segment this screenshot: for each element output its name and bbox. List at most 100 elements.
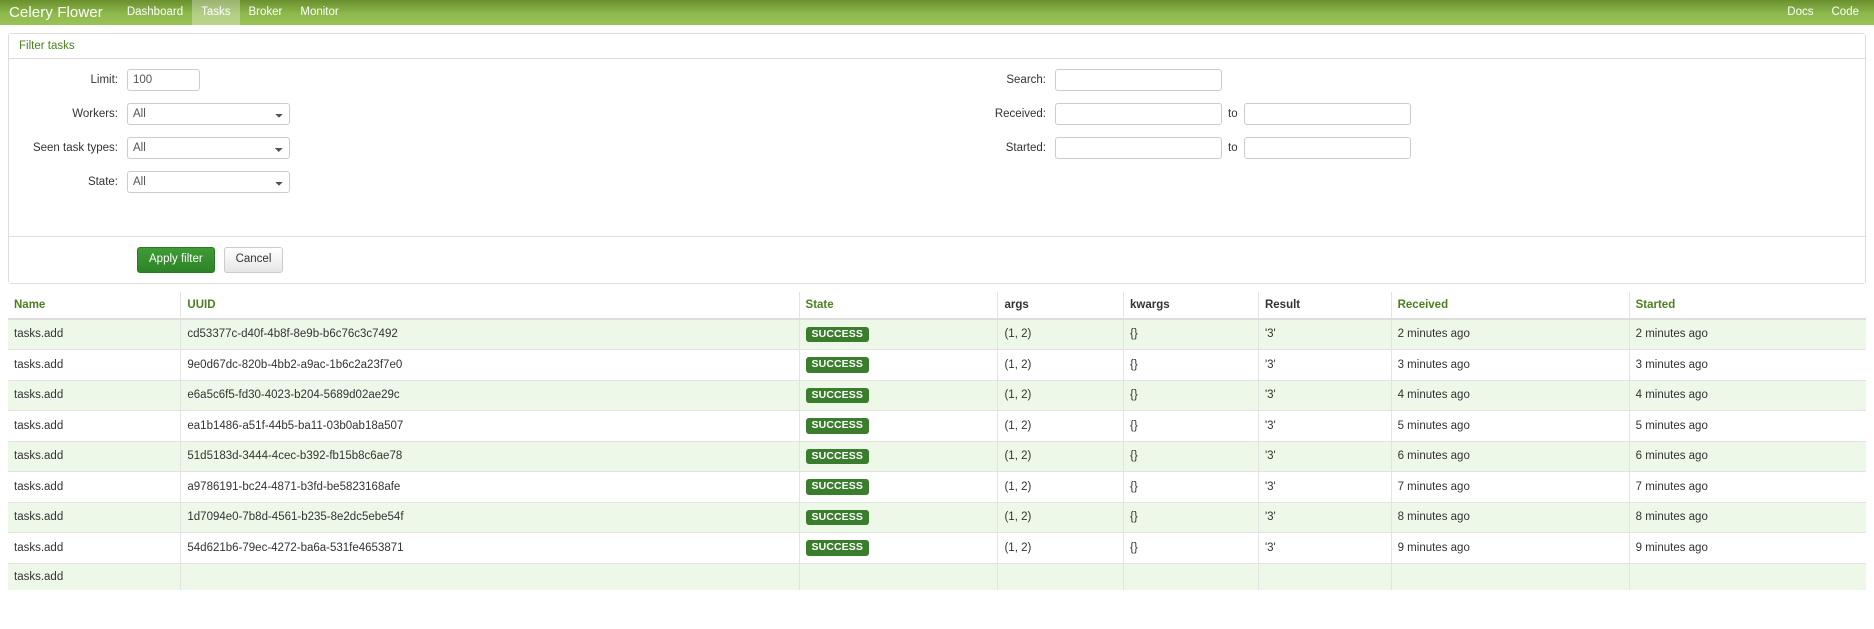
filter-form-right-column: Search: Received: to Started: to bbox=[937, 69, 1865, 205]
nav-item-broker-wrap: Broker bbox=[240, 0, 292, 25]
cell-kwargs bbox=[1123, 562, 1259, 590]
limit-field-group: Limit: bbox=[9, 69, 937, 91]
nav-item-docs[interactable]: Docs bbox=[1778, 0, 1822, 25]
cell-received: 5 minutes ago bbox=[1391, 410, 1630, 441]
seen-task-types-field-group: Seen task types: All bbox=[9, 137, 937, 159]
cell-name[interactable]: tasks.add bbox=[8, 318, 182, 350]
limit-label: Limit: bbox=[90, 74, 118, 86]
nav-item-docs-wrap: Docs bbox=[1778, 0, 1822, 25]
cell-received: 6 minutes ago bbox=[1391, 440, 1630, 472]
tasks-table-header-row: Name UUID State args kwargs Result Recei… bbox=[8, 291, 1866, 320]
cell-state: SUCCESS bbox=[799, 471, 999, 502]
column-header-name[interactable]: Name bbox=[8, 291, 182, 320]
nav-item-code[interactable]: Code bbox=[1823, 0, 1869, 25]
workers-select[interactable]: All bbox=[127, 103, 290, 125]
cell-result: '3' bbox=[1258, 440, 1392, 472]
status-badge: SUCCESS bbox=[805, 540, 869, 556]
started-to-input[interactable] bbox=[1243, 137, 1411, 159]
column-header-kwargs: kwargs bbox=[1123, 291, 1259, 320]
table-row[interactable]: tasks.add e6a5c6f5-fd30-4023-b204-5689d02… bbox=[8, 379, 1866, 411]
nav-item-tasks-wrap: Tasks bbox=[192, 0, 240, 25]
cell-name[interactable]: tasks.add bbox=[8, 532, 182, 563]
table-row[interactable]: tasks.add cd53377c-d40f-4b8f-8e9b-b6c76c3… bbox=[8, 318, 1866, 350]
cell-args: (1, 2) bbox=[997, 471, 1124, 502]
cell-started: 7 minutes ago bbox=[1629, 471, 1866, 502]
cell-state: SUCCESS bbox=[799, 318, 999, 350]
column-header-started[interactable]: Started bbox=[1629, 291, 1866, 320]
column-header-uuid[interactable]: UUID bbox=[180, 291, 800, 320]
cell-result: '3' bbox=[1258, 532, 1392, 563]
table-row[interactable]: tasks.add ea1b1486-a51f-44b5-ba11-03b0ab1… bbox=[8, 410, 1866, 441]
cell-args: (1, 2) bbox=[997, 349, 1124, 380]
cell-name[interactable]: tasks.add bbox=[8, 440, 182, 472]
cell-name[interactable]: tasks.add bbox=[8, 501, 182, 533]
search-label: Search: bbox=[1006, 74, 1046, 86]
nav-item-dashboard[interactable]: Dashboard bbox=[118, 0, 192, 25]
cell-name[interactable]: tasks.add bbox=[8, 562, 182, 590]
cell-name[interactable]: tasks.add bbox=[8, 410, 182, 441]
table-row[interactable]: tasks.add 54d621b6-79ec-4272-ba6a-531fe46… bbox=[8, 532, 1866, 563]
table-row[interactable]: tasks.add 9e0d67dc-820b-4bb2-a9ac-1b6c2a2… bbox=[8, 349, 1866, 380]
cell-args: (1, 2) bbox=[997, 410, 1124, 441]
cell-uuid[interactable]: 51d5183d-3444-4cec-b392-fb15b8c6ae78 bbox=[180, 440, 800, 472]
cell-uuid[interactable]: cd53377c-d40f-4b8f-8e9b-b6c76c3c7492 bbox=[180, 318, 800, 350]
filter-panel-heading: Filter tasks bbox=[9, 34, 1865, 59]
cell-uuid[interactable]: e6a5c6f5-fd30-4023-b204-5689d02ae29c bbox=[180, 379, 800, 411]
column-header-received[interactable]: Received bbox=[1391, 291, 1630, 320]
table-row[interactable]: tasks.add bbox=[8, 562, 1866, 590]
cell-state: SUCCESS bbox=[799, 532, 999, 563]
cell-state: SUCCESS bbox=[799, 379, 999, 411]
started-from-input[interactable] bbox=[1055, 137, 1222, 159]
secondary-nav: Docs Code bbox=[1778, 0, 1874, 25]
tasks-table-head: Name UUID State args kwargs Result Recei… bbox=[8, 291, 1866, 320]
cell-name[interactable]: tasks.add bbox=[8, 471, 182, 502]
table-row[interactable]: tasks.add 1d7094e0-7b8d-4561-b235-8e2dc5e… bbox=[8, 501, 1866, 533]
workers-label: Workers: bbox=[72, 108, 118, 120]
cell-kwargs: {} bbox=[1123, 410, 1259, 441]
filter-form-left-column: Limit: Workers: All Seen task types: All bbox=[9, 69, 937, 205]
cell-started: 2 minutes ago bbox=[1629, 318, 1866, 350]
state-field-group: State: All bbox=[9, 171, 937, 193]
status-badge: SUCCESS bbox=[805, 448, 869, 464]
search-input[interactable] bbox=[1055, 69, 1222, 91]
cell-received: 3 minutes ago bbox=[1391, 349, 1630, 380]
cell-args: (1, 2) bbox=[997, 501, 1124, 533]
state-label: State: bbox=[87, 176, 118, 188]
cell-result: '3' bbox=[1258, 471, 1392, 502]
seen-task-types-select[interactable]: All bbox=[127, 137, 290, 159]
nav-item-monitor[interactable]: Monitor bbox=[291, 0, 347, 25]
cancel-button[interactable]: Cancel bbox=[223, 247, 284, 273]
column-header-state[interactable]: State bbox=[799, 291, 999, 320]
cell-uuid[interactable]: ea1b1486-a51f-44b5-ba11-03b0ab18a507 bbox=[180, 410, 800, 441]
table-row[interactable]: tasks.add a9786191-bc24-4871-b3fd-be58231… bbox=[8, 471, 1866, 502]
cell-uuid[interactable]: a9786191-bc24-4871-b3fd-be5823168afe bbox=[180, 471, 800, 502]
cell-started: 3 minutes ago bbox=[1629, 349, 1866, 380]
brand-logo[interactable]: Celery Flower bbox=[0, 0, 118, 25]
cell-uuid[interactable]: 54d621b6-79ec-4272-ba6a-531fe4653871 bbox=[180, 532, 800, 563]
cell-name[interactable]: tasks.add bbox=[8, 379, 182, 411]
limit-input[interactable] bbox=[127, 69, 200, 91]
cell-uuid[interactable] bbox=[180, 562, 800, 590]
status-badge: SUCCESS bbox=[805, 387, 869, 403]
cell-uuid[interactable]: 9e0d67dc-820b-4bb2-a9ac-1b6c2a23f7e0 bbox=[180, 349, 800, 380]
received-to-input[interactable] bbox=[1243, 103, 1411, 125]
apply-filter-button[interactable]: Apply filter bbox=[137, 247, 215, 273]
status-badge: SUCCESS bbox=[805, 357, 869, 373]
cell-uuid[interactable]: 1d7094e0-7b8d-4561-b235-8e2dc5ebe54f bbox=[180, 501, 800, 533]
cell-started: 8 minutes ago bbox=[1629, 501, 1866, 533]
tasks-table: Name UUID State args kwargs Result Recei… bbox=[8, 291, 1866, 590]
status-badge: SUCCESS bbox=[805, 509, 869, 525]
cell-args: (1, 2) bbox=[997, 532, 1124, 563]
state-select[interactable]: All bbox=[127, 171, 290, 193]
nav-item-broker[interactable]: Broker bbox=[240, 0, 292, 25]
filter-panel-body: Limit: Workers: All Seen task types: All bbox=[9, 59, 1865, 234]
cell-started bbox=[1629, 562, 1866, 590]
nav-item-tasks[interactable]: Tasks bbox=[192, 0, 240, 25]
tasks-table-container: Name UUID State args kwargs Result Recei… bbox=[8, 291, 1866, 590]
cell-name[interactable]: tasks.add bbox=[8, 349, 182, 380]
cell-state: SUCCESS bbox=[799, 349, 999, 380]
received-from-input[interactable] bbox=[1055, 103, 1222, 125]
table-row[interactable]: tasks.add 51d5183d-3444-4cec-b392-fb15b8c… bbox=[8, 440, 1866, 472]
status-badge: SUCCESS bbox=[805, 326, 869, 342]
cell-state: SUCCESS bbox=[799, 440, 999, 472]
